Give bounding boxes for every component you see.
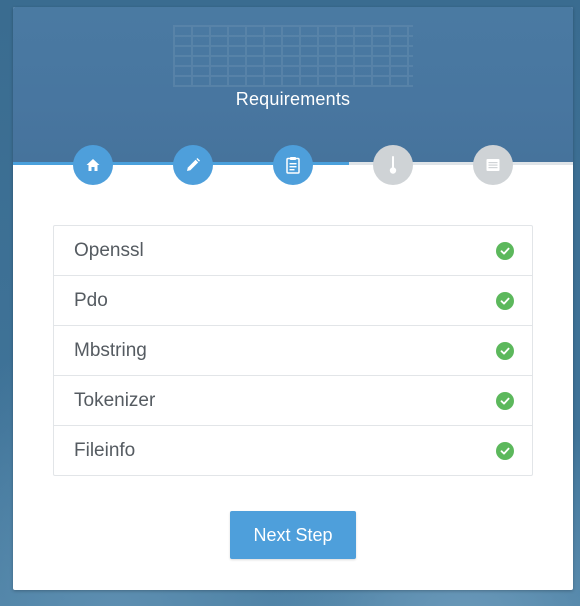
check-circle-icon xyxy=(496,441,514,460)
check-circle-icon xyxy=(496,291,514,310)
requirement-name: Mbstring xyxy=(74,339,147,361)
pencil-icon xyxy=(187,158,200,171)
list-item: Mbstring xyxy=(54,326,532,376)
requirements-list: Openssl Pdo Mbstring Tokenizer Fileinfo xyxy=(53,225,533,476)
header-background-pattern xyxy=(173,25,413,87)
check-circle-icon xyxy=(496,341,514,360)
requirement-name: Tokenizer xyxy=(74,389,156,411)
list-item: Openssl xyxy=(54,226,532,276)
next-step-button[interactable]: Next Step xyxy=(230,511,356,559)
step-permissions[interactable] xyxy=(373,145,413,185)
check-circle-icon xyxy=(496,391,514,410)
home-icon xyxy=(86,159,100,171)
thermometer-icon xyxy=(389,156,397,174)
list-item: Fileinfo xyxy=(54,426,532,475)
list-item: Pdo xyxy=(54,276,532,326)
clipboard-icon xyxy=(286,157,300,174)
step-edit[interactable] xyxy=(173,145,213,185)
page-title: Requirements xyxy=(235,89,351,109)
requirement-name: Fileinfo xyxy=(74,439,136,461)
requirement-name: Openssl xyxy=(74,239,144,261)
list-item: Tokenizer xyxy=(54,376,532,426)
installer-panel: Requirements Openssl Pdo Mbstring Tokeni… xyxy=(13,7,573,590)
panel-header: Requirements xyxy=(13,7,573,162)
requirement-name: Pdo xyxy=(74,289,108,311)
step-final[interactable] xyxy=(473,145,513,185)
step-home[interactable] xyxy=(73,145,113,185)
list-icon xyxy=(486,159,500,171)
check-circle-icon xyxy=(496,241,514,260)
step-requirements[interactable] xyxy=(273,145,313,185)
